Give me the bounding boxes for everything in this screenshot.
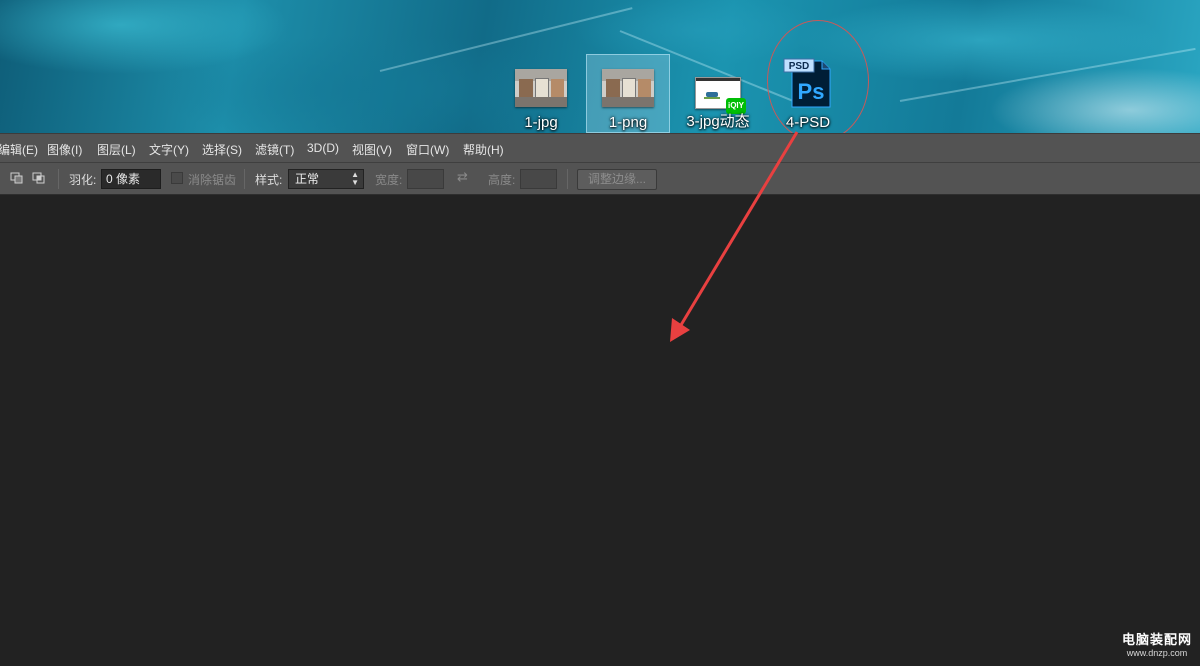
desktop-file-label: 3-jpg动态 <box>686 113 750 130</box>
iqiyi-file-icon: iQIY <box>695 77 746 114</box>
desktop-file-label: 4-PSD <box>785 114 831 131</box>
menu-3d[interactable]: 3D(D) <box>307 141 339 155</box>
divider <box>567 169 568 189</box>
desktop-file-label: 1-png <box>608 114 648 131</box>
menu-help[interactable]: 帮助(H) <box>463 141 504 158</box>
refine-edge-button[interactable]: 调整边缘... <box>577 169 658 190</box>
desktop-wallpaper: 1-jpg 1-png iQIY 3-jpg动态 PSD Ps 4-PSD <box>0 0 1200 133</box>
select-arrows-icon: ▲ ▼ <box>351 170 359 187</box>
wallpaper-streak <box>899 47 1196 102</box>
menu-bar: 编辑(E) 图像(I) 图层(L) 文字(Y) 选择(S) 滤镜(T) 3D(D… <box>0 133 1200 163</box>
menu-select[interactable]: 选择(S) <box>202 141 242 158</box>
style-label: 样式: <box>255 173 283 187</box>
svg-text:Ps: Ps <box>798 79 825 104</box>
width-label: 宽度: <box>375 173 403 187</box>
feather-label: 羽化: <box>69 173 97 187</box>
options-bar: 羽化: 0 像素 消除锯齿 样式: 正常 ▲ ▼ 宽度: ⇄ 高度: 调整边缘..… <box>0 163 1200 195</box>
feather-input[interactable]: 0 像素 <box>101 169 161 189</box>
antialias-label: 消除锯齿 <box>188 173 237 187</box>
menu-type[interactable]: 文字(Y) <box>149 141 189 158</box>
image-thumbnail-icon <box>515 69 567 107</box>
swap-dimensions-icon[interactable]: ⇄ <box>457 169 468 185</box>
style-select[interactable]: 正常 ▲ ▼ <box>288 169 364 189</box>
desktop-file-1-jpg[interactable]: 1-jpg <box>499 54 583 133</box>
menu-window[interactable]: 窗口(W) <box>406 141 449 158</box>
desktop-file-3-jpg-animated[interactable]: iQIY 3-jpg动态 <box>676 54 760 133</box>
menu-layer[interactable]: 图层(L) <box>97 141 136 158</box>
desktop-file-label: 1-jpg <box>524 114 558 131</box>
svg-text:PSD: PSD <box>789 61 810 72</box>
site-watermark: 电脑装配网 www.dnzp.com <box>1122 629 1192 658</box>
width-input[interactable] <box>407 169 444 189</box>
image-thumbnail-icon <box>602 69 654 107</box>
subtract-selection-icon[interactable] <box>10 172 24 184</box>
menu-view[interactable]: 视图(V) <box>352 141 392 158</box>
divider <box>244 169 245 189</box>
photoshop-file-icon: PSD Ps <box>783 58 831 108</box>
desktop-file-4-psd[interactable]: PSD Ps 4-PSD <box>766 54 850 133</box>
intersect-selection-icon[interactable] <box>32 172 46 184</box>
watermark-url: www.dnzp.com <box>1126 648 1188 658</box>
workspace-canvas[interactable] <box>0 195 1200 666</box>
menu-image[interactable]: 图像(I) <box>47 141 82 158</box>
height-label: 高度: <box>488 173 516 187</box>
divider <box>58 169 59 189</box>
height-input[interactable] <box>520 169 557 189</box>
antialias-checkbox[interactable] <box>171 172 183 184</box>
style-select-value: 正常 <box>295 172 320 186</box>
desktop-file-1-png[interactable]: 1-png <box>586 54 670 133</box>
watermark-name: 电脑装配网 <box>1121 632 1192 647</box>
menu-filter[interactable]: 滤镜(T) <box>255 141 294 158</box>
menu-edit[interactable]: 编辑(E) <box>0 141 38 158</box>
